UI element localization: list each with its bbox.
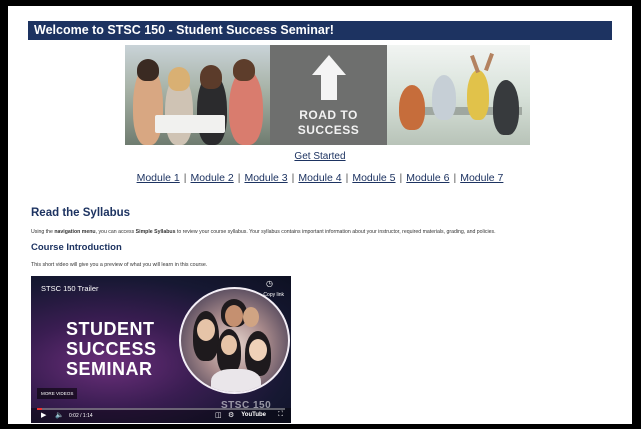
hero-image: ROAD TO SUCCESS [125,45,530,145]
module-7-link[interactable]: Module 7 [460,172,503,184]
welcome-banner: Welcome to STSC 150 - Student Success Se… [28,21,612,40]
arrow-up-icon [312,55,346,75]
volume-icon[interactable]: 🔈 [55,411,64,419]
students-circle-photo [179,287,290,394]
time-display: 0:02 / 1:14 [69,413,93,419]
course-home-page: Welcome to STSC 150 - Student Success Se… [8,6,632,424]
module-nav: Module 1 | Module 2 | Module 3 | Module 4 | Modu… [136,172,504,184]
module-4-link[interactable]: Module 4 [298,172,341,184]
captions-icon[interactable]: ◫ [215,411,222,419]
celebrating-office-photo [387,45,530,145]
course-intro-text: This short video will give you a preview… [31,262,208,268]
get-started-link[interactable]: Get Started [8,151,632,162]
video-player[interactable]: STSC 150 Trailer ◷ Copy link STUDENT SUC… [31,276,291,423]
video-controls: ▶ 🔈 0:02 / 1:14 ◫ ⚙ YouTube ⛶ [31,408,291,423]
play-icon[interactable]: ▶ [41,411,46,419]
video-thumbnail-title: STUDENT SUCCESS SEMINAR [66,319,157,379]
course-intro-heading: Course Introduction [31,242,122,253]
youtube-logo[interactable]: YouTube [241,412,266,418]
clock-icon[interactable]: ◷ [266,279,273,288]
students-photo [125,45,270,145]
fullscreen-icon[interactable]: ⛶ [278,411,283,419]
module-1-link[interactable]: Module 1 [137,172,180,184]
syllabus-text: Using the navigation menu, you can acces… [31,229,496,235]
gear-icon[interactable]: ⚙ [228,411,234,419]
road-to-success-photo: ROAD TO SUCCESS [270,45,387,145]
road-to-success-text: ROAD TO SUCCESS [297,108,360,137]
welcome-title: Welcome to STSC 150 - Student Success Se… [34,23,334,37]
module-3-link[interactable]: Module 3 [244,172,287,184]
module-5-link[interactable]: Module 5 [352,172,395,184]
syllabus-heading: Read the Syllabus [31,207,131,219]
module-6-link[interactable]: Module 6 [406,172,449,184]
video-title: STSC 150 Trailer [41,284,99,293]
more-videos-button[interactable]: MORE VIDEOS [37,388,78,399]
progress-bar[interactable] [37,408,285,410]
module-2-link[interactable]: Module 2 [191,172,234,184]
